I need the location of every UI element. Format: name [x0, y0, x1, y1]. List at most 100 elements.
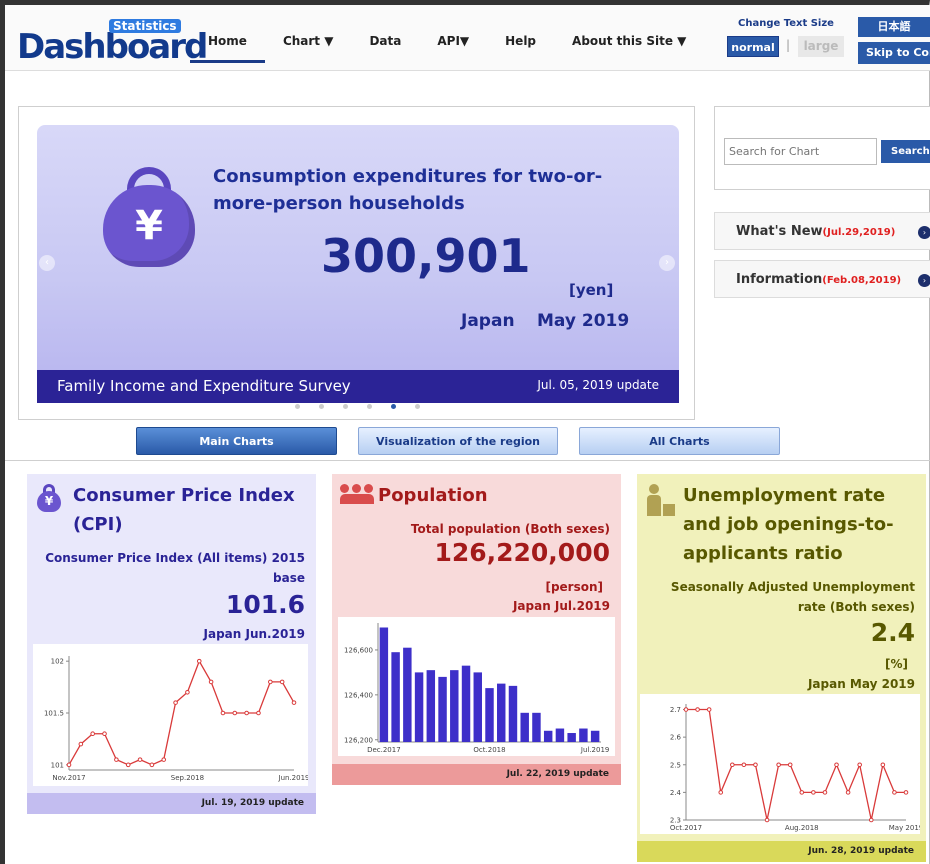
- carousel-dot[interactable]: [319, 404, 324, 409]
- nav-home[interactable]: Home: [190, 33, 265, 63]
- tab-main-charts[interactable]: Main Charts: [136, 427, 337, 455]
- unemployment-chart: 2.3 2.4 2.5 2.6 2.7 Oct.2017 Aug.2018 May 2019: [640, 694, 920, 834]
- bar: [438, 676, 447, 742]
- information-row[interactable]: Information(Feb.08,2019) ›: [714, 260, 930, 298]
- cpi-footer: Jul. 19, 2019 update: [27, 793, 316, 814]
- x-tick-label: Oct.2018: [473, 746, 505, 754]
- nav-help[interactable]: Help: [487, 33, 554, 63]
- text-size-label: Change Text Size: [738, 18, 834, 29]
- carousel-slide[interactable]: ¥ Consumption expenditures for two-or-mo…: [37, 125, 679, 403]
- data-point: [137, 757, 143, 762]
- carousel-dot[interactable]: [367, 404, 372, 409]
- nav-api[interactable]: API▼: [419, 33, 487, 63]
- bar: [555, 728, 565, 742]
- x-tick-label: Dec.2017: [367, 746, 401, 754]
- bar: [508, 685, 518, 742]
- population-value: 126,220,000: [434, 538, 610, 567]
- cpi-chart: 101 101.5 102 Nov.2017 Sep.2018 Jun.2019: [33, 644, 308, 786]
- bar: [473, 672, 482, 742]
- site-logo[interactable]: Dashboard Statistics: [17, 19, 208, 67]
- nav-chart[interactable]: Chart ▼: [265, 33, 352, 63]
- data-point: [892, 790, 897, 795]
- unemployment-line-chart: 2.32.42.52.62.7Oct.2017 Aug.2018 May 2019: [670, 704, 920, 832]
- data-point: [799, 790, 805, 795]
- data-point: [845, 790, 851, 795]
- bar: [414, 672, 424, 742]
- slide-area: Japan: [461, 311, 515, 331]
- data-point: [279, 679, 285, 685]
- x-tick-label: Sep.2018: [171, 774, 204, 782]
- text-size-normal-button[interactable]: normal: [727, 36, 779, 57]
- data-point: [268, 679, 273, 685]
- y-tick-label: 2.5: [670, 761, 681, 769]
- population-title: Population: [378, 485, 488, 506]
- slide-unit: [yen]: [569, 281, 614, 299]
- text-size-separator: |: [786, 38, 791, 52]
- carousel-prev-icon[interactable]: ‹: [39, 255, 55, 271]
- purse-icon: ¥: [37, 484, 61, 512]
- data-point: [244, 710, 249, 716]
- skip-to-content-button[interactable]: Skip to Content: [858, 42, 930, 64]
- whats-new-row[interactable]: What's New(Jul.29,2019) ›: [714, 212, 930, 250]
- data-point: [102, 731, 107, 737]
- bar: [450, 670, 459, 742]
- x-tick-label: Jul.2019: [580, 746, 610, 754]
- nav-data[interactable]: Data: [351, 33, 419, 63]
- bar: [590, 730, 600, 742]
- data-point: [903, 790, 909, 795]
- data-point: [683, 707, 689, 712]
- y-tick-label: 126,200: [344, 736, 373, 744]
- chevron-right-icon: ›: [918, 226, 930, 239]
- data-point: [256, 710, 261, 716]
- data-point: [787, 762, 793, 768]
- carousel-dot[interactable]: [391, 404, 396, 409]
- cpi-card[interactable]: ¥ Consumer Price Index (CPI) Consumer Pr…: [27, 474, 316, 814]
- unemployment-footer: Jun. 28, 2019 update: [637, 841, 926, 862]
- cpi-value: 101.6: [225, 590, 305, 619]
- unemployment-title: Unemployment rate and job openings-to-ap…: [683, 485, 894, 564]
- cpi-area-date: Japan Jun.2019: [203, 627, 305, 641]
- bar: [426, 670, 436, 742]
- carousel-dot[interactable]: [343, 404, 348, 409]
- x-tick-label: Oct.2017: [670, 824, 702, 832]
- data-point: [706, 707, 712, 712]
- carousel-next-icon[interactable]: ›: [659, 255, 675, 271]
- cpi-line-chart: 101 101.5 102 Nov.2017 Sep.2018 Jun.2019: [44, 656, 308, 782]
- slide-value: 300,901: [321, 229, 531, 283]
- search-button[interactable]: Search: [881, 140, 930, 163]
- search-input[interactable]: [724, 138, 877, 165]
- x-tick-label: Jun.2019: [278, 774, 308, 782]
- tab-region[interactable]: Visualization of the region: [358, 427, 558, 455]
- data-point: [185, 689, 190, 695]
- text-size-large-button[interactable]: large: [798, 36, 844, 57]
- nav-about[interactable]: About this Site ▼: [554, 33, 704, 63]
- population-chart: 126,200 126,400 126,600 Dec.2017 Oct.2018 Jul…: [338, 617, 615, 756]
- unemployment-area-date: Japan May 2019: [807, 677, 915, 691]
- data-point: [718, 790, 724, 795]
- unemployment-value: 2.4: [870, 618, 915, 647]
- y-tick-label: 2.4: [670, 789, 682, 797]
- bar: [532, 712, 541, 742]
- language-button[interactable]: 日本語: [858, 17, 930, 37]
- unemployment-unit: [%]: [885, 657, 908, 671]
- data-point: [173, 700, 178, 705]
- population-card[interactable]: Population Total population (Both sexes)…: [332, 474, 621, 785]
- series-line: [686, 708, 906, 821]
- bar: [567, 733, 576, 742]
- data-point: [208, 679, 214, 685]
- tab-all-charts[interactable]: All Charts: [579, 427, 780, 455]
- cpi-subtitle: Consumer Price Index (All items) 2015 ba…: [45, 551, 305, 585]
- whats-new-label: What's New: [736, 224, 823, 239]
- data-point: [161, 757, 167, 762]
- bar: [461, 665, 471, 742]
- carousel-dot[interactable]: [415, 404, 420, 409]
- bar: [403, 647, 412, 742]
- data-point: [196, 658, 202, 664]
- information-date: (Feb.08,2019): [822, 275, 902, 286]
- unemployment-card[interactable]: Unemployment rate and job openings-to-ap…: [637, 474, 926, 862]
- unemployment-subtitle: Seasonally Adjusted Unemployment rate (B…: [670, 580, 915, 614]
- carousel-dot[interactable]: [295, 404, 300, 409]
- data-point: [78, 741, 84, 747]
- bar: [485, 688, 494, 742]
- data-point: [753, 762, 758, 768]
